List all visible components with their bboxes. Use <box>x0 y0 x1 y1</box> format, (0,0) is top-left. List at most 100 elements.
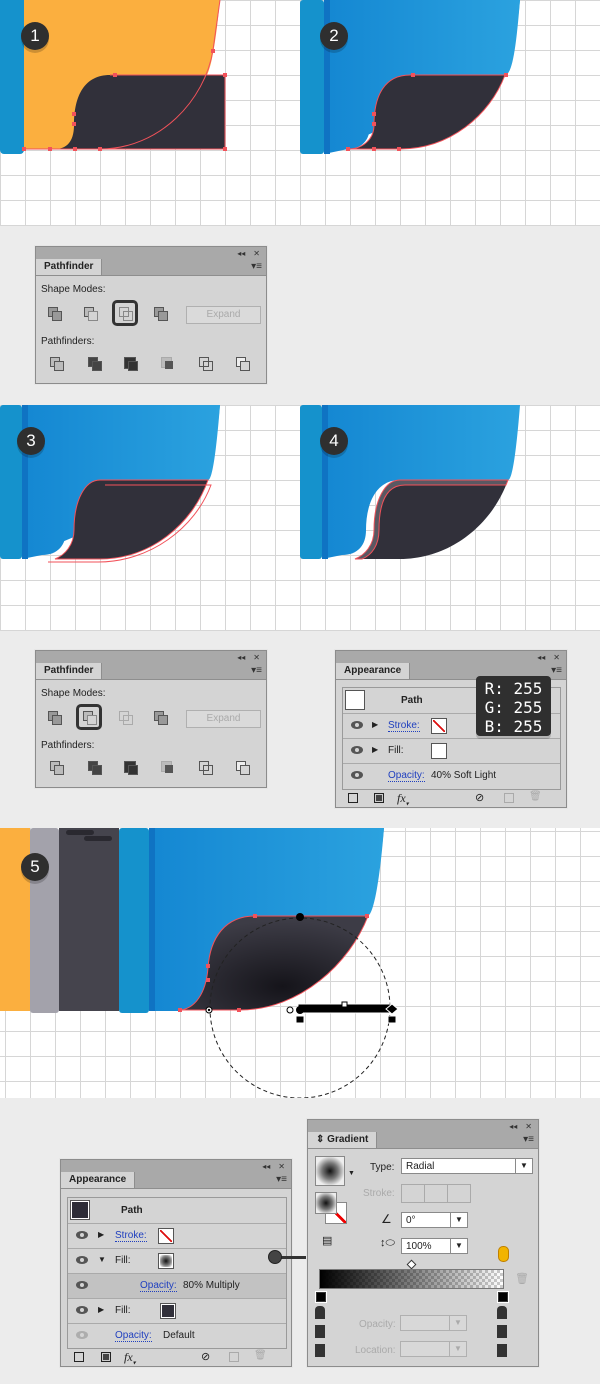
panel-menu-icon[interactable]: ▾≡ <box>251 665 262 676</box>
close-icon[interactable]: ✕ <box>278 1162 285 1171</box>
visibility-eye-icon[interactable] <box>76 1231 88 1239</box>
angle-field[interactable]: 0° ▼ <box>401 1212 468 1228</box>
opacity-row-gradient[interactable]: Opacity: 80% Multiply <box>68 1273 286 1298</box>
panel-menu-icon[interactable]: ▾≡ <box>251 261 262 272</box>
visibility-eye-icon[interactable] <box>351 746 363 754</box>
expand-triangle-icon[interactable]: ▶ <box>98 1305 104 1314</box>
trim-icon[interactable] <box>88 357 102 371</box>
appearance-list: Path ▶ Stroke: ▼ Fill: Opacity: 80% Mult… <box>67 1197 287 1349</box>
fx-icon[interactable]: fx▾ <box>397 791 409 807</box>
fx-icon[interactable]: fx▾ <box>124 1350 136 1366</box>
close-icon[interactable]: ✕ <box>525 1122 532 1131</box>
fill-white-swatch[interactable] <box>431 743 447 759</box>
chevron-down-icon[interactable]: ▼ <box>450 1239 467 1253</box>
preview-dropdown-icon[interactable]: ▼ <box>348 1170 355 1177</box>
type-dropdown[interactable]: Radial ▼ <box>401 1158 533 1174</box>
divide-icon[interactable] <box>50 761 64 775</box>
collapse-triangle-icon[interactable]: ▼ <box>98 1255 106 1264</box>
fill-row[interactable]: ▶ Fill: <box>343 738 560 763</box>
expand-triangle-icon[interactable]: ▶ <box>372 745 378 754</box>
tab-appearance[interactable]: Appearance <box>336 663 411 679</box>
collapse-icon[interactable]: ◂◂ <box>262 1162 270 1171</box>
type-value: Radial <box>406 1161 435 1172</box>
chevron-down-icon: ▼ <box>449 1316 466 1330</box>
visibility-eye-icon[interactable] <box>76 1256 88 1264</box>
new-stroke-icon[interactable] <box>348 793 358 803</box>
intersect-icon[interactable] <box>119 307 133 321</box>
minus-back-icon[interactable] <box>236 357 250 371</box>
gradient-slider-bar[interactable] <box>319 1269 504 1289</box>
expand-triangle-icon[interactable]: ▶ <box>372 720 378 729</box>
close-icon[interactable]: ✕ <box>253 653 260 662</box>
merge-icon[interactable] <box>124 761 138 775</box>
visibility-eye-icon[interactable] <box>76 1331 88 1339</box>
trim-icon[interactable] <box>88 761 102 775</box>
stroke-row[interactable]: ▶ Stroke: <box>68 1223 286 1248</box>
unite-icon[interactable] <box>48 307 62 321</box>
tab-appearance[interactable]: Appearance <box>61 1172 136 1188</box>
crop-icon[interactable] <box>161 761 175 775</box>
stroke-none-swatch[interactable] <box>158 1228 174 1244</box>
expand-button[interactable]: Expand <box>186 306 261 324</box>
fill-dark-swatch[interactable] <box>160 1303 176 1319</box>
merge-icon[interactable] <box>124 357 138 371</box>
fill-row-solid[interactable]: ▶ Fill: <box>68 1298 286 1323</box>
collapse-icon[interactable]: ◂◂ <box>237 249 245 258</box>
close-icon[interactable]: ✕ <box>553 653 560 662</box>
stroke-none-swatch[interactable] <box>431 718 447 734</box>
stroke-across-button[interactable] <box>448 1185 470 1202</box>
midpoint-diamond-icon[interactable] <box>406 1259 417 1270</box>
minus-back-icon[interactable] <box>236 761 250 775</box>
new-fill-icon[interactable] <box>374 793 384 803</box>
opacity-label[interactable]: Opacity: <box>115 1330 152 1342</box>
clear-icon[interactable]: ⊘ <box>475 791 484 804</box>
opacity-row[interactable]: Opacity: 40% Soft Light <box>343 763 560 788</box>
panel-menu-icon[interactable]: ▾≡ <box>523 1134 534 1145</box>
opacity-row-default[interactable]: Opacity: Default <box>68 1323 286 1348</box>
gradient-stop-right[interactable] <box>498 1292 508 1302</box>
new-fill-icon[interactable] <box>101 1352 111 1362</box>
chevron-down-icon[interactable]: ▼ <box>515 1159 532 1173</box>
collapse-icon[interactable]: ◂◂ <box>537 653 545 662</box>
panel-menu-icon[interactable]: ▾≡ <box>551 665 562 676</box>
clear-icon[interactable]: ⊘ <box>201 1350 210 1363</box>
new-stroke-icon[interactable] <box>74 1352 84 1362</box>
expand-button[interactable]: Expand <box>186 710 261 728</box>
gradient-preview-swatch[interactable] <box>315 1156 345 1186</box>
tab-pathfinder[interactable]: Pathfinder <box>36 663 103 679</box>
unite-icon[interactable] <box>48 711 62 725</box>
opacity-label[interactable]: Opacity: <box>140 1280 177 1292</box>
visibility-eye-icon[interactable] <box>351 771 363 779</box>
visibility-eye-icon[interactable] <box>76 1306 88 1314</box>
close-icon[interactable]: ✕ <box>253 249 260 258</box>
exclude-icon[interactable] <box>154 307 168 321</box>
exclude-icon[interactable] <box>154 711 168 725</box>
aspect-ratio-field[interactable]: 100% ▼ <box>401 1238 468 1254</box>
stroke-label[interactable]: Stroke: <box>115 1230 147 1242</box>
tab-gradient[interactable]: ⇕ Gradient <box>308 1132 378 1148</box>
opacity-label[interactable]: Opacity: <box>388 770 425 782</box>
minus-front-icon[interactable] <box>83 711 97 725</box>
intersect-icon[interactable] <box>119 711 133 725</box>
outline-icon[interactable] <box>199 357 213 371</box>
expand-triangle-icon[interactable]: ▶ <box>98 1230 104 1239</box>
outline-icon[interactable] <box>199 761 213 775</box>
gradient-stop-left[interactable] <box>316 1292 326 1302</box>
stroke-within-button[interactable] <box>402 1185 425 1202</box>
chevron-down-icon[interactable]: ▼ <box>450 1213 467 1227</box>
stroke-label[interactable]: Stroke: <box>388 720 420 732</box>
panel-menu-icon[interactable]: ▾≡ <box>276 1174 287 1185</box>
visibility-eye-icon[interactable] <box>76 1281 88 1289</box>
fill-radial-gradient-swatch[interactable] <box>158 1253 174 1269</box>
collapse-icon[interactable]: ◂◂ <box>509 1122 517 1131</box>
crop-icon[interactable] <box>161 357 175 371</box>
tab-pathfinder[interactable]: Pathfinder <box>36 259 103 275</box>
visibility-eye-icon[interactable] <box>351 721 363 729</box>
minus-front-icon[interactable] <box>84 307 98 321</box>
divide-icon[interactable] <box>50 357 64 371</box>
reverse-gradient-icon[interactable]: ▤ <box>322 1234 332 1247</box>
stroke-along-button[interactable] <box>425 1185 448 1202</box>
fill-gradient-swatch[interactable] <box>315 1192 337 1214</box>
collapse-icon[interactable]: ◂◂ <box>237 653 245 662</box>
fill-row-gradient[interactable]: ▼ Fill: <box>68 1248 286 1273</box>
